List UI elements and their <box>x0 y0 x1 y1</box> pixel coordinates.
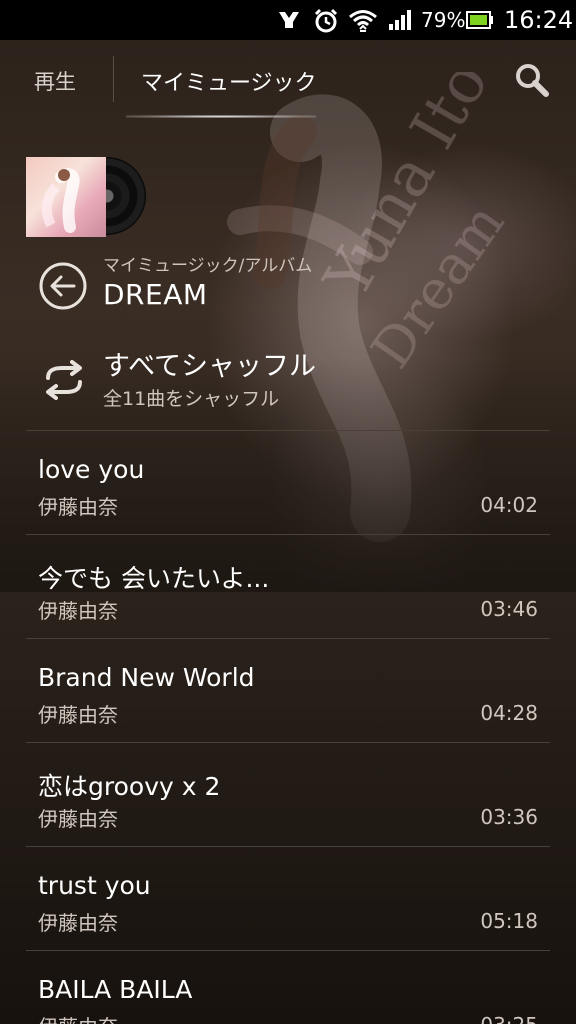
track-row[interactable]: trust you 伊藤由奈 05:18 <box>0 847 576 951</box>
track-artist: 伊藤由奈 <box>38 495 118 519</box>
search-button[interactable] <box>512 60 552 100</box>
music-player-screen: Yuna Ito Dream <box>0 0 576 1024</box>
track-artist: 伊藤由奈 <box>38 807 118 831</box>
signal-icon <box>387 8 415 36</box>
track-duration: 04:02 <box>480 493 538 517</box>
album-cover-thumbnail[interactable] <box>26 157 106 237</box>
notification-icon <box>276 8 302 36</box>
track-artist: 伊藤由奈 <box>38 599 118 623</box>
track-duration: 03:36 <box>480 805 538 829</box>
active-tab-indicator <box>126 115 316 118</box>
status-bar: 79% 16:24 <box>0 0 576 40</box>
track-duration: 05:18 <box>480 909 538 933</box>
back-button[interactable] <box>38 261 88 311</box>
nav-divider <box>113 56 114 102</box>
breadcrumb: マイミュージック/アルバム <box>103 256 313 276</box>
track-row[interactable]: 今でも 会いたいよ... 伊藤由奈 03:46 <box>0 535 576 639</box>
alarm-icon <box>313 8 339 38</box>
shuffle-all-subtitle: 全11曲をシャッフル <box>103 388 280 410</box>
track-row[interactable]: 恋はgroovy x 2 伊藤由奈 03:36 <box>0 743 576 847</box>
track-title: 今でも 会いたいよ... <box>38 564 270 593</box>
back-arrow-icon <box>39 262 87 310</box>
tab-my-music[interactable]: マイミュージック <box>141 65 317 97</box>
wifi-icon <box>348 8 378 38</box>
track-title: 恋はgroovy x 2 <box>38 772 221 801</box>
track-title: Brand New World <box>38 663 255 692</box>
track-row[interactable]: Brand New World 伊藤由奈 04:28 <box>0 639 576 743</box>
battery-percent: 79% <box>421 8 466 32</box>
track-title: BAILA BAILA <box>38 975 193 1004</box>
tab-play[interactable]: 再生 <box>34 66 76 96</box>
track-row[interactable]: love you 伊藤由奈 04:02 <box>0 431 576 535</box>
album-title: DREAM <box>103 278 208 311</box>
track-duration: 03:25 <box>480 1013 538 1024</box>
shuffle-all-button[interactable]: すべてシャッフル 全11曲をシャッフル <box>0 332 576 430</box>
track-artist: 伊藤由奈 <box>38 703 118 727</box>
track-row[interactable]: BAILA BAILA 伊藤由奈 03:25 <box>0 951 576 1024</box>
track-title: love you <box>38 455 145 484</box>
track-artist: 伊藤由奈 <box>38 1011 118 1024</box>
search-icon <box>516 64 549 97</box>
shuffle-all-label: すべてシャッフル <box>103 351 317 382</box>
track-duration: 04:28 <box>480 701 538 725</box>
track-title: trust you <box>38 871 151 900</box>
battery-icon <box>466 10 494 34</box>
shuffle-repeat-icon <box>46 360 82 400</box>
clock-time: 16:24 <box>504 6 574 34</box>
track-duration: 03:46 <box>480 597 538 621</box>
top-navigation: 再生 マイミュージック <box>0 40 576 118</box>
track-artist: 伊藤由奈 <box>38 911 118 935</box>
